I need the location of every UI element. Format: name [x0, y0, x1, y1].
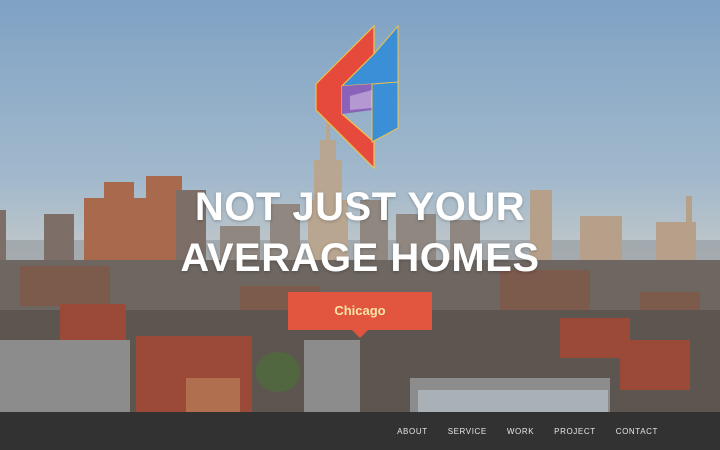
nav-link-about[interactable]: ABOUT: [397, 427, 428, 436]
nav-links: ABOUT SERVICE WORK PROJECT CONTACT: [377, 412, 658, 450]
nav-link-work[interactable]: WORK: [507, 427, 534, 436]
city-selector-label: Chicago: [334, 303, 386, 318]
footer-navbar: ABOUT SERVICE WORK PROJECT CONTACT: [0, 412, 720, 450]
nav-link-service[interactable]: SERVICE: [448, 427, 487, 436]
city-selector-button[interactable]: Chicago: [288, 292, 432, 338]
hero-headline-line-1: NOT JUST YOUR: [194, 185, 526, 229]
brand-logo: [315, 24, 399, 170]
caret-down-icon: [352, 330, 368, 338]
hero-section: NOT JUST YOUR AVERAGE HOMES Chicago ABOU…: [0, 0, 720, 450]
nav-link-project[interactable]: PROJECT: [554, 427, 596, 436]
hero-headline-line-2: AVERAGE HOMES: [180, 236, 540, 280]
nav-link-contact[interactable]: CONTACT: [616, 427, 658, 436]
